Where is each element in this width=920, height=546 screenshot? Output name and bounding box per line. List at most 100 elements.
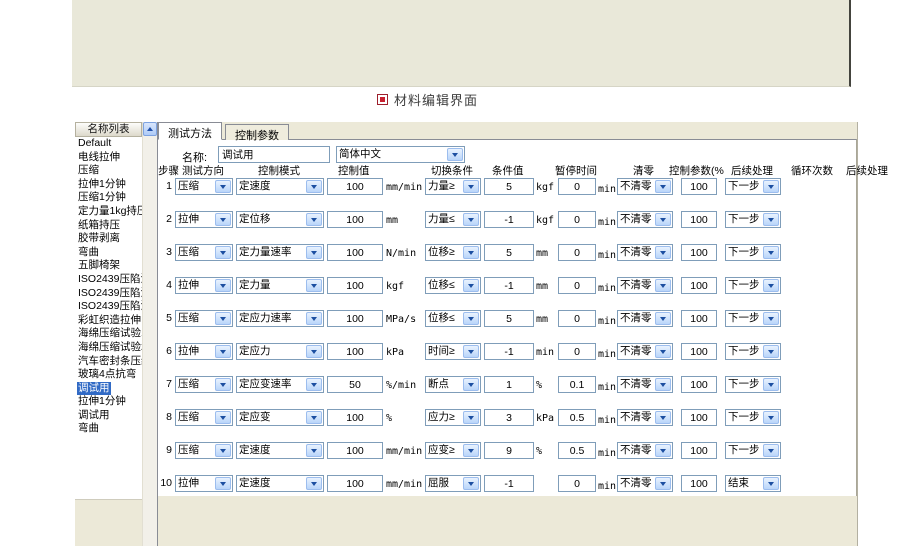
next-action-select[interactable]: 下一步 <box>725 178 781 195</box>
dropdown-arrow-icon[interactable] <box>463 279 479 292</box>
control-mode-select[interactable]: 定应变 <box>236 409 324 426</box>
test-direction-select[interactable]: 拉伸 <box>175 475 233 492</box>
control-value-input[interactable] <box>327 343 383 360</box>
pause-time-input[interactable] <box>558 277 596 294</box>
dropdown-arrow-icon[interactable] <box>655 411 671 424</box>
control-param-input[interactable] <box>681 178 717 195</box>
sidebar-item[interactable]: 电线拉伸 <box>75 151 142 165</box>
dropdown-arrow-icon[interactable] <box>763 345 779 358</box>
next-action-select[interactable]: 下一步 <box>725 343 781 360</box>
next-action-select[interactable]: 下一步 <box>725 442 781 459</box>
condition-value-input[interactable] <box>484 211 534 228</box>
control-param-input[interactable] <box>681 376 717 393</box>
switch-condition-select[interactable]: 位移≤ <box>425 277 481 294</box>
language-select[interactable]: 简体中文 <box>336 146 465 163</box>
condition-value-input[interactable] <box>484 475 534 492</box>
switch-condition-select[interactable]: 力量≥ <box>425 178 481 195</box>
test-direction-select[interactable]: 压缩 <box>175 442 233 459</box>
scroll-up-button[interactable] <box>143 122 157 136</box>
dropdown-arrow-icon[interactable] <box>463 345 479 358</box>
dropdown-arrow-icon[interactable] <box>306 378 322 391</box>
condition-value-input[interactable] <box>484 310 534 327</box>
control-value-input[interactable] <box>327 442 383 459</box>
sidebar-item[interactable]: 拉伸1分钟 <box>75 178 142 192</box>
condition-value-input[interactable] <box>484 376 534 393</box>
tab-control-params[interactable]: 控制参数 <box>225 124 289 140</box>
switch-condition-select[interactable]: 位移≥ <box>425 244 481 261</box>
dropdown-arrow-icon[interactable] <box>655 279 671 292</box>
sidebar-item[interactable]: 海绵压缩试验1 <box>75 327 142 341</box>
dropdown-arrow-icon[interactable] <box>447 148 463 161</box>
dropdown-arrow-icon[interactable] <box>463 477 479 490</box>
control-param-input[interactable] <box>681 277 717 294</box>
pause-time-input[interactable] <box>558 475 596 492</box>
dropdown-arrow-icon[interactable] <box>655 345 671 358</box>
sidebar-item[interactable]: 彩虹织造拉伸 <box>75 314 142 328</box>
pause-time-input[interactable] <box>558 244 596 261</box>
dropdown-arrow-icon[interactable] <box>215 312 231 325</box>
sidebar-item[interactable]: 海绵压缩试验2 <box>75 341 142 355</box>
dropdown-arrow-icon[interactable] <box>763 279 779 292</box>
control-value-input[interactable] <box>327 277 383 294</box>
dropdown-arrow-icon[interactable] <box>763 378 779 391</box>
sidebar-item[interactable]: 纸箱持压 <box>75 219 142 233</box>
dropdown-arrow-icon[interactable] <box>463 411 479 424</box>
test-direction-select[interactable]: 压缩 <box>175 244 233 261</box>
test-direction-select[interactable]: 压缩 <box>175 310 233 327</box>
dropdown-arrow-icon[interactable] <box>215 246 231 259</box>
pause-time-input[interactable] <box>558 376 596 393</box>
dropdown-arrow-icon[interactable] <box>463 312 479 325</box>
sidebar-item[interactable]: ISO2439压陷法 <box>75 287 142 301</box>
clear-zero-select[interactable]: 不清零 <box>617 211 673 228</box>
test-direction-select[interactable]: 拉伸 <box>175 211 233 228</box>
sidebar-item[interactable]: 汽车密封条压缩 <box>75 355 142 369</box>
dropdown-arrow-icon[interactable] <box>763 477 779 490</box>
dropdown-arrow-icon[interactable] <box>215 180 231 193</box>
control-param-input[interactable] <box>681 211 717 228</box>
condition-value-input[interactable] <box>484 178 534 195</box>
sidebar-item[interactable]: 调试用 <box>75 382 142 396</box>
control-mode-select[interactable]: 定力量速率 <box>236 244 324 261</box>
pause-time-input[interactable] <box>558 178 596 195</box>
dropdown-arrow-icon[interactable] <box>306 246 322 259</box>
switch-condition-select[interactable]: 力量≤ <box>425 211 481 228</box>
control-param-input[interactable] <box>681 409 717 426</box>
next-action-select[interactable]: 下一步 <box>725 376 781 393</box>
dropdown-arrow-icon[interactable] <box>463 444 479 457</box>
dropdown-arrow-icon[interactable] <box>215 444 231 457</box>
name-input[interactable] <box>218 146 330 163</box>
next-action-select[interactable]: 下一步 <box>725 310 781 327</box>
condition-value-input[interactable] <box>484 277 534 294</box>
dropdown-arrow-icon[interactable] <box>215 279 231 292</box>
sidebar-item[interactable]: 压缩1分钟 <box>75 191 142 205</box>
sidebar-item[interactable]: 玻璃4点抗弯 <box>75 368 142 382</box>
test-direction-select[interactable]: 拉伸 <box>175 277 233 294</box>
clear-zero-select[interactable]: 不清零 <box>617 475 673 492</box>
control-value-input[interactable] <box>327 178 383 195</box>
dropdown-arrow-icon[interactable] <box>306 279 322 292</box>
pause-time-input[interactable] <box>558 211 596 228</box>
next-action-select[interactable]: 下一步 <box>725 244 781 261</box>
control-value-input[interactable] <box>327 310 383 327</box>
clear-zero-select[interactable]: 不清零 <box>617 277 673 294</box>
control-value-input[interactable] <box>327 244 383 261</box>
dropdown-arrow-icon[interactable] <box>763 180 779 193</box>
switch-condition-select[interactable]: 位移≤ <box>425 310 481 327</box>
sidebar-item[interactable]: ISO2439压陷法 <box>75 273 142 287</box>
test-direction-select[interactable]: 压缩 <box>175 376 233 393</box>
pause-time-input[interactable] <box>558 310 596 327</box>
pause-time-input[interactable] <box>558 343 596 360</box>
switch-condition-select[interactable]: 断点 <box>425 376 481 393</box>
sidebar-item[interactable]: Default <box>75 137 142 151</box>
pause-time-input[interactable] <box>558 409 596 426</box>
sidebar-scrollbar[interactable] <box>142 122 157 546</box>
dropdown-arrow-icon[interactable] <box>655 213 671 226</box>
dropdown-arrow-icon[interactable] <box>215 411 231 424</box>
sidebar-item[interactable]: 拉伸1分钟 <box>75 395 142 409</box>
control-param-input[interactable] <box>681 442 717 459</box>
dropdown-arrow-icon[interactable] <box>215 213 231 226</box>
test-direction-select[interactable]: 压缩 <box>175 409 233 426</box>
sidebar-item[interactable]: 压缩 <box>75 164 142 178</box>
dropdown-arrow-icon[interactable] <box>463 246 479 259</box>
dropdown-arrow-icon[interactable] <box>306 312 322 325</box>
